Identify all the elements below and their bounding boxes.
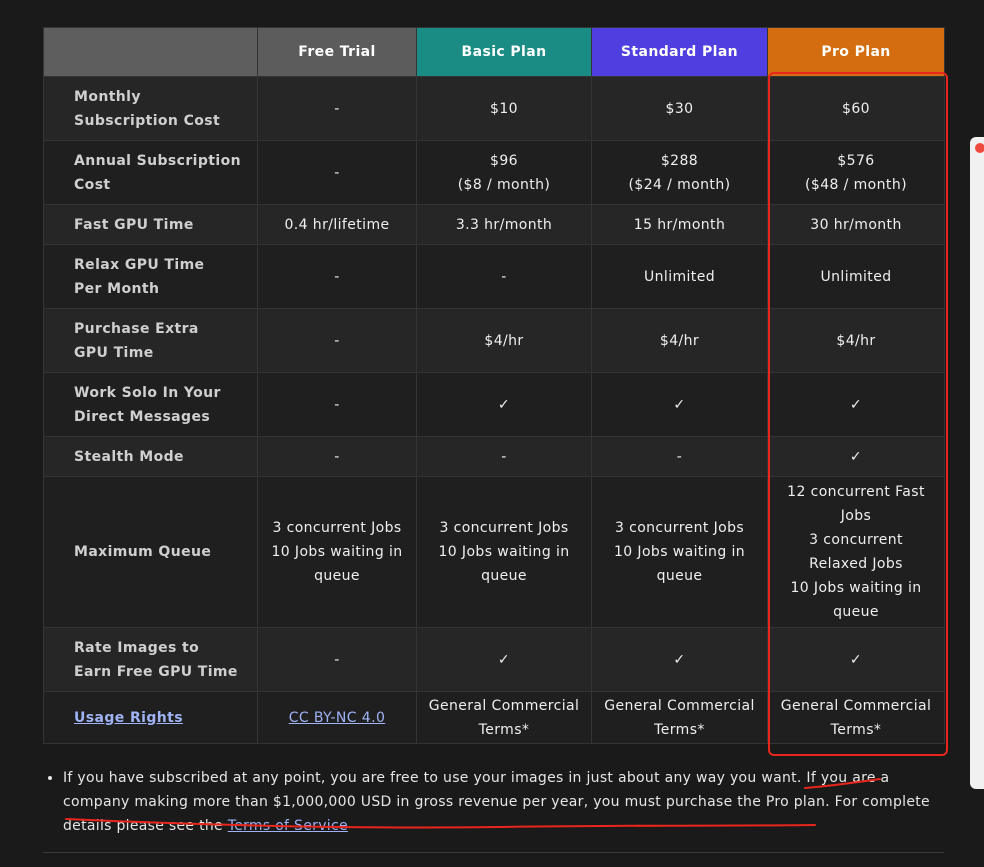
cell-basic: $96 ($8 / month) — [416, 140, 592, 205]
divider — [43, 852, 944, 853]
cell-free: CC BY-NC 4.0 — [257, 691, 417, 744]
header-corner — [43, 27, 258, 77]
cell-standard: $30 — [591, 76, 768, 141]
table-row: Rate Images to Earn Free GPU Time - ✓ ✓ ✓ — [43, 627, 945, 692]
table-row: Maximum Queue 3 concurrent Jobs 10 Jobs w… — [43, 476, 945, 628]
cell-standard: 15 hr/month — [591, 204, 768, 245]
cell-free: - — [257, 627, 417, 692]
cell-pro: 12 concurrent Fast Jobs 3 concurrent Relaxe… — [767, 476, 945, 628]
row-label: Rate Images to Earn Free GPU Time — [43, 627, 258, 692]
usage-note: If you have subscribed at any point, you… — [43, 766, 943, 838]
terms-of-service-link[interactable]: Terms of Service — [228, 818, 348, 834]
note-list: If you have subscribed at any point, you… — [43, 766, 943, 838]
side-panel — [970, 137, 984, 789]
close-dot-icon[interactable] — [975, 143, 984, 153]
pricing-table: Free Trial Basic Plan Standard Plan Pro … — [43, 27, 945, 744]
row-label: Stealth Mode — [43, 436, 258, 477]
cell-pro: General Commercial Terms* — [767, 691, 945, 744]
header-free-trial: Free Trial — [257, 27, 417, 77]
cell-pro: $60 — [767, 76, 945, 141]
table-row: Fast GPU Time 0.4 hr/lifetime 3.3 hr/mon… — [43, 204, 945, 245]
cell-free: - — [257, 308, 417, 373]
row-label: Usage Rights — [43, 691, 258, 744]
row-label: Fast GPU Time — [43, 204, 258, 245]
cell-basic: 3.3 hr/month — [416, 204, 592, 245]
check-icon: ✓ — [591, 372, 768, 437]
table-row: Usage Rights CC BY-NC 4.0 General Commer… — [43, 691, 945, 744]
cell-standard: $4/hr — [591, 308, 768, 373]
table-row: Purchase Extra GPU Time - $4/hr $4/hr $4/… — [43, 308, 945, 373]
cell-basic: 3 concurrent Jobs 10 Jobs waiting in queue — [416, 476, 592, 628]
cell-pro: $576 ($48 / month) — [767, 140, 945, 205]
cell-basic: - — [416, 244, 592, 309]
usage-rights-link[interactable]: Usage Rights — [74, 710, 183, 726]
cell-free: - — [257, 436, 417, 477]
header-row: Free Trial Basic Plan Standard Plan Pro … — [43, 27, 945, 77]
table-row: Annual Subscription Cost - $96 ($8 / month… — [43, 140, 945, 205]
table-row: Stealth Mode - - - ✓ — [43, 436, 945, 477]
cell-standard: 3 concurrent Jobs 10 Jobs waiting in queue — [591, 476, 768, 628]
cell-basic: General Commercial Terms* — [416, 691, 592, 744]
header-basic-plan: Basic Plan — [416, 27, 592, 77]
table-row: Monthly Subscription Cost - $10 $30 $60 — [43, 76, 945, 141]
cell-standard: Unlimited — [591, 244, 768, 309]
header-pro-plan: Pro Plan — [767, 27, 945, 77]
cell-pro: $4/hr — [767, 308, 945, 373]
cell-basic: - — [416, 436, 592, 477]
row-label: Annual Subscription Cost — [43, 140, 258, 205]
cell-basic: $4/hr — [416, 308, 592, 373]
cell-pro: Unlimited — [767, 244, 945, 309]
row-label: Relax GPU Time Per Month — [43, 244, 258, 309]
row-label: Work Solo In Your Direct Messages — [43, 372, 258, 437]
cell-free: - — [257, 76, 417, 141]
cc-license-link[interactable]: CC BY-NC 4.0 — [289, 710, 386, 726]
cell-free: 3 concurrent Jobs 10 Jobs waiting in queue — [257, 476, 417, 628]
check-icon: ✓ — [767, 436, 945, 477]
cell-standard: $288 ($24 / month) — [591, 140, 768, 205]
cell-basic: $10 — [416, 76, 592, 141]
cell-standard: General Commercial Terms* — [591, 691, 768, 744]
check-icon: ✓ — [767, 372, 945, 437]
cell-free: - — [257, 140, 417, 205]
table-row: Work Solo In Your Direct Messages - ✓ ✓ ✓ — [43, 372, 945, 437]
cell-free: 0.4 hr/lifetime — [257, 204, 417, 245]
header-standard-plan: Standard Plan — [591, 27, 768, 77]
cell-pro: 30 hr/month — [767, 204, 945, 245]
cell-free: - — [257, 244, 417, 309]
check-icon: ✓ — [767, 627, 945, 692]
table-row: Relax GPU Time Per Month - - Unlimited Un… — [43, 244, 945, 309]
cell-standard: - — [591, 436, 768, 477]
cell-free: - — [257, 372, 417, 437]
check-icon: ✓ — [591, 627, 768, 692]
row-label: Maximum Queue — [43, 476, 258, 628]
row-label: Monthly Subscription Cost — [43, 76, 258, 141]
check-icon: ✓ — [416, 627, 592, 692]
row-label: Purchase Extra GPU Time — [43, 308, 258, 373]
check-icon: ✓ — [416, 372, 592, 437]
note-item: If you have subscribed at any point, you… — [63, 766, 943, 838]
